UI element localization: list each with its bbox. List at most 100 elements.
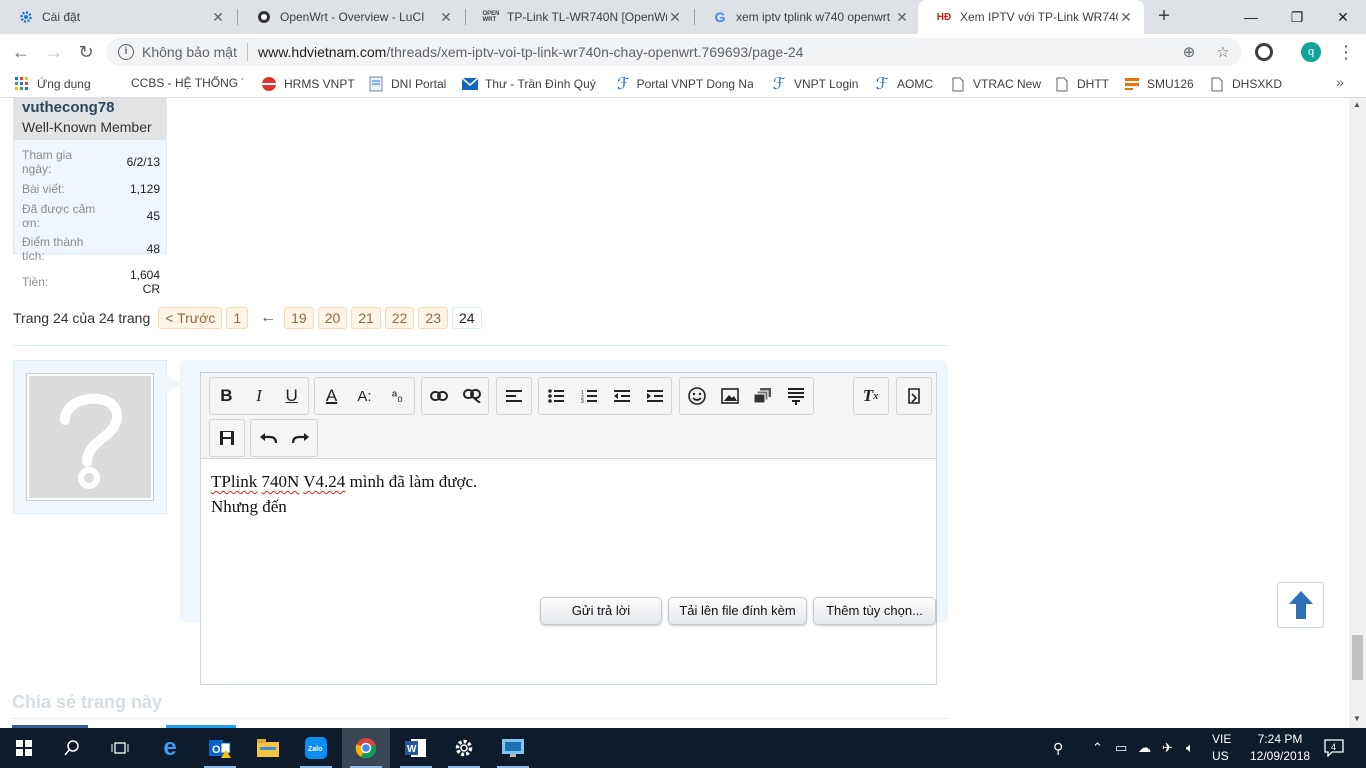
jump-arrow-icon[interactable]: ← — [260, 309, 276, 327]
windows-start-icon[interactable] — [0, 728, 48, 768]
quote-icon[interactable] — [779, 378, 812, 414]
undo-icon[interactable] — [251, 420, 284, 456]
page-link-21[interactable]: 21 — [351, 307, 381, 329]
source-mode-icon[interactable] — [897, 378, 930, 414]
upload-attachment-button[interactable]: Tải lên file đính kèm — [668, 597, 807, 625]
back-button[interactable]: ← — [8, 39, 34, 65]
media-icon[interactable] — [746, 378, 779, 414]
page-link-23[interactable]: 23 — [418, 307, 448, 329]
close-icon[interactable]: ✕ — [438, 9, 454, 26]
extension-icon[interactable] — [1255, 43, 1273, 61]
zalo-icon[interactable]: Zalo — [292, 728, 340, 768]
page-link-1[interactable]: 1 — [226, 307, 249, 329]
more-options-button[interactable]: Thêm tùy chọn... — [813, 597, 936, 625]
word-icon[interactable]: W — [392, 728, 440, 768]
close-icon[interactable]: ✕ — [1118, 9, 1134, 26]
close-icon[interactable]: ✕ — [667, 9, 683, 26]
clock[interactable]: 7:24 PM 12/09/2018 — [1250, 731, 1310, 765]
menu-icon[interactable]: ⋮ — [1337, 40, 1355, 64]
restore-button[interactable]: ❐ — [1274, 0, 1320, 34]
volume-icon[interactable]: 🔈︎ — [1186, 728, 1194, 768]
edge-icon[interactable]: e — [146, 728, 194, 768]
settings-gear-icon[interactable] — [440, 728, 488, 768]
avatar[interactable] — [26, 373, 154, 501]
bookmark-hrms[interactable]: HRMS VNPT — [261, 76, 355, 92]
chrome-icon[interactable] — [342, 728, 390, 768]
star-icon[interactable]: ☆ — [1212, 38, 1234, 66]
redo-icon[interactable] — [284, 420, 317, 456]
zoom-icon[interactable]: ⊕ — [1178, 38, 1200, 66]
forward-button[interactable]: → — [41, 39, 67, 65]
page-link-19[interactable]: 19 — [284, 307, 314, 329]
bookmark-dhtt[interactable]: DHTT — [1054, 76, 1109, 92]
bookmark-apps[interactable]: Ứng dụng — [14, 76, 91, 92]
bookmark-dhsxkd[interactable]: DHSXKD — [1209, 76, 1282, 92]
bookmark-ccbs[interactable]: CCBS - HỆ THỐNG TÍ — [131, 76, 243, 90]
url-host[interactable]: www.hdvietnam.com — [258, 44, 386, 60]
people-icon[interactable]: ⚲ — [1053, 728, 1063, 768]
battery-icon[interactable]: ▭ — [1115, 728, 1127, 768]
stat-value[interactable]: 48 — [106, 233, 166, 266]
scroll-to-top-button[interactable] — [1277, 582, 1324, 628]
indent-icon[interactable] — [638, 378, 671, 414]
underline-icon[interactable]: U — [275, 378, 308, 414]
close-icon[interactable]: ✕ — [894, 9, 910, 26]
save-draft-icon[interactable] — [210, 420, 243, 456]
bullet-list-icon[interactable] — [539, 378, 572, 414]
chevron-double-right-icon[interactable]: » — [1336, 74, 1344, 90]
input-language[interactable]: VIE US — [1212, 731, 1231, 765]
chevron-up-icon[interactable]: ⌃ — [1092, 728, 1103, 768]
task-view-icon[interactable] — [96, 728, 144, 768]
outlook-icon[interactable]: O — [196, 728, 244, 768]
reload-button[interactable]: ↻ — [73, 39, 99, 65]
new-tab-button[interactable]: + — [1152, 5, 1176, 29]
image-icon[interactable] — [713, 378, 746, 414]
page-link-22[interactable]: 22 — [384, 307, 415, 329]
bookmark-mail[interactable]: Thư - Trần Đình Quý — [462, 76, 598, 92]
outdent-icon[interactable] — [605, 378, 638, 414]
font-color-icon[interactable]: A — [315, 378, 348, 414]
prev-page-button[interactable]: < Trước — [158, 307, 223, 329]
scroll-down-icon[interactable]: ▼ — [1353, 714, 1361, 723]
tab-openwrt-overview[interactable]: OpenWrt - Overview - LuCI ✕ — [238, 0, 464, 34]
url-path[interactable]: /threads/xem-iptv-voi-tp-link-wr740n-cha… — [386, 44, 803, 60]
numbered-list-icon[interactable]: 123 — [572, 378, 605, 414]
smiley-icon[interactable] — [680, 378, 713, 414]
page-scrollbar[interactable]: ▲ ▼ — [1349, 98, 1366, 728]
scroll-up-icon[interactable]: ▲ — [1353, 100, 1361, 109]
bookmark-dni-portal[interactable]: DNI Portal — [368, 76, 446, 92]
search-icon[interactable] — [48, 728, 96, 768]
submit-reply-button[interactable]: Gửi trả lời — [540, 597, 662, 625]
security-label[interactable]: Không bảo mật — [142, 44, 237, 60]
minimize-button[interactable]: — — [1228, 0, 1274, 34]
username-link[interactable]: vuthecong78 — [22, 98, 166, 118]
notifications-icon[interactable]: 4 — [1324, 728, 1344, 768]
tab-tplink-openwrt[interactable]: OPEN WRT TP-Link TL-WR740N [OpenWrt ✕ — [465, 0, 693, 34]
onedrive-icon[interactable]: ☁ — [1138, 728, 1151, 768]
link-icon[interactable] — [422, 378, 455, 414]
italic-icon[interactable]: I — [243, 378, 276, 414]
airplane-mode-icon[interactable]: ✈ — [1162, 728, 1173, 768]
close-window-button[interactable]: ✕ — [1320, 0, 1366, 34]
bookmark-smu126[interactable]: SMU126 — [1124, 76, 1194, 92]
font-family-icon[interactable]: ª₀ — [381, 378, 414, 414]
bookmark-portal-vnpt[interactable]: ℱ Portal VNPT Dong Na — [617, 76, 753, 92]
address-bar[interactable]: i Không bảo mật www.hdvietnam.com/thread… — [106, 38, 1242, 66]
bookmark-vtrac[interactable]: VTRAC New — [950, 76, 1041, 92]
info-icon[interactable]: i — [118, 44, 134, 60]
file-explorer-icon[interactable] — [244, 728, 292, 768]
page-link-20[interactable]: 20 — [317, 307, 348, 329]
font-size-icon[interactable]: A: — [348, 378, 381, 414]
align-left-icon[interactable] — [497, 378, 530, 414]
stat-value[interactable]: 1,129 — [106, 179, 166, 200]
remote-desktop-icon[interactable] — [489, 728, 537, 768]
avatar[interactable]: q — [1301, 42, 1321, 62]
clear-formatting-icon[interactable]: Tx — [854, 378, 887, 414]
editor-textarea[interactable]: TPlink 740N V4.24 mình đã làm được. Nhưn… — [201, 459, 936, 529]
close-icon[interactable]: ✕ — [210, 9, 226, 26]
scrollbar-thumb[interactable] — [1352, 635, 1363, 680]
tab-hdvietnam[interactable]: HĐ Xem IPTV với TP-Link WR740N ✕ — [918, 0, 1144, 34]
bold-icon[interactable]: B — [210, 378, 243, 414]
bookmark-aomc[interactable]: ℱ AOMC — [874, 76, 933, 93]
tab-settings[interactable]: Cài đặt ✕ — [0, 0, 236, 34]
